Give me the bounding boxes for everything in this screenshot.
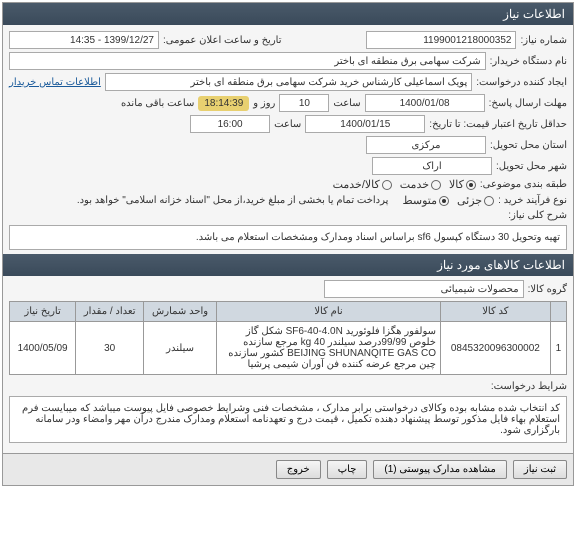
panel-body: شماره نیاز: 1199001218000352 تاریخ و ساع…	[3, 25, 573, 453]
desc-label: شرح کلی نیاز:	[508, 210, 567, 221]
contact-link[interactable]: اطلاعات تماس خریدار	[9, 77, 101, 88]
print-button[interactable]: چاپ	[327, 460, 368, 479]
row-purchase-process: نوع فرآیند خرید : جزئی متوسط پرداخت تمام…	[9, 194, 567, 207]
row-buyer-org: نام دستگاه خریدار: شرکت سهامی برق منطقه …	[9, 52, 567, 70]
process-radio-group: جزئی متوسط	[402, 194, 494, 207]
hour-label-2: ساعت	[274, 119, 301, 130]
row-deadline: مهلت ارسال پاسخ: 1400/01/08 ساعت 10 روز …	[9, 94, 567, 112]
row-conditions: شرایط درخواست:	[9, 381, 567, 392]
remaining-label: ساعت باقی مانده	[121, 98, 194, 109]
delivery-city-label: شهر محل تحویل:	[496, 161, 567, 172]
deadline-hour-field: 10	[279, 94, 329, 112]
remaining-time-badge: 18:14:39	[198, 96, 249, 111]
cell-unit: سیلندر	[144, 322, 217, 375]
row-desc: شرح کلی نیاز:	[9, 210, 567, 221]
th-date: تاریخ نیاز	[10, 302, 76, 322]
row-need-number: شماره نیاز: 1199001218000352 تاریخ و ساع…	[9, 31, 567, 49]
min-credit-date-field: 1400/01/15	[305, 115, 425, 133]
deadline-date-field: 1400/01/08	[365, 94, 485, 112]
radio-service-label: خدمت	[400, 178, 429, 191]
delivery-province-field: مرکزی	[366, 136, 486, 154]
creator-label: ایجاد کننده درخواست:	[476, 77, 567, 88]
goods-group-label: گروه کالا:	[528, 284, 567, 295]
purchase-process-label: نوع فرآیند خرید :	[498, 195, 567, 206]
desc-text: تهیه وتحویل 30 دستگاه کپسول sf6 براساس ا…	[9, 225, 567, 250]
public-announce-label: تاریخ و ساعت اعلان عمومی:	[163, 35, 282, 46]
radio-goods[interactable]: کالا	[449, 178, 476, 191]
goods-table: کد کالا نام کالا واحد شمارش تعداد / مقدا…	[9, 301, 567, 375]
th-name: نام کالا	[217, 302, 441, 322]
min-credit-label: حداقل تاریخ اعتبار قیمت: تا تاریخ:	[429, 119, 567, 130]
row-goods-group: گروه کالا: محصولات شیمیائی	[9, 280, 567, 298]
th-idx	[550, 302, 566, 322]
budget-group-label: طبقه بندی موضوعی:	[480, 179, 567, 190]
radio-dot-icon	[431, 180, 441, 190]
th-qty: تعداد / مقدار	[76, 302, 144, 322]
row-budget-group: طبقه بندی موضوعی: کالا خدمت کالا/خدمت	[9, 178, 567, 191]
attachments-button[interactable]: مشاهده مدارک پیوستی (1)	[373, 460, 507, 479]
budget-radio-group: کالا خدمت کالا/خدمت	[333, 178, 476, 191]
goods-group-field: محصولات شیمیائی	[324, 280, 524, 298]
radio-goods-label: کالا	[449, 178, 464, 191]
row-location: استان محل تحویل: مرکزی	[9, 136, 567, 157]
radio-goods-service-label: کالا/خدمت	[333, 178, 380, 191]
conditions-text: کد انتخاب شده مشابه بوده وکالای درخواستی…	[9, 396, 567, 443]
buyer-org-label: نام دستگاه خریدار:	[490, 56, 567, 67]
radio-goods-service[interactable]: کالا/خدمت	[333, 178, 392, 191]
row-min-credit: حداقل تاریخ اعتبار قیمت: تا تاریخ: 1400/…	[9, 115, 567, 133]
delivery-city-field: اراک	[372, 157, 492, 175]
radio-dot-icon	[466, 180, 476, 190]
radio-service[interactable]: خدمت	[400, 178, 441, 191]
hour-label-1: ساعت	[333, 98, 360, 109]
th-unit: واحد شمارش	[144, 302, 217, 322]
creator-field: پویک اسماعیلی کارشناس خرید شرکت سهامی بر…	[105, 73, 472, 91]
delivery-province-label: استان محل تحویل:	[490, 140, 567, 151]
cell-idx: 1	[550, 322, 566, 375]
min-credit-hour-field: 16:00	[190, 115, 270, 133]
cell-date: 1400/05/09	[10, 322, 76, 375]
cell-code: 0845320096300002	[440, 322, 550, 375]
exit-button[interactable]: خروج	[276, 460, 321, 479]
radio-low-label: جزئی	[457, 194, 482, 207]
radio-low[interactable]: جزئی	[457, 194, 494, 207]
row-city: شهر محل تحویل: اراک	[9, 157, 567, 175]
conditions-label: شرایط درخواست:	[491, 381, 567, 392]
main-panel: اطلاعات نیاز شماره نیاز: 119900121800035…	[2, 2, 574, 486]
submit-button[interactable]: ثبت نیاز	[513, 460, 567, 479]
day-label: روز و	[253, 98, 275, 109]
panel-title: اطلاعات نیاز	[3, 3, 573, 25]
public-announce-field: 1399/12/27 - 14:35	[9, 31, 159, 49]
footer-bar: ثبت نیاز مشاهده مدارک پیوستی (1) چاپ خرو…	[3, 453, 573, 485]
radio-dot-icon	[484, 196, 494, 206]
need-number-field: 1199001218000352	[366, 31, 516, 49]
radio-medium[interactable]: متوسط	[402, 194, 449, 207]
radio-dot-icon	[439, 196, 449, 206]
radio-dot-icon	[382, 180, 392, 190]
row-creator: ایجاد کننده درخواست: پویک اسماعیلی کارشن…	[9, 73, 567, 91]
th-code: کد کالا	[440, 302, 550, 322]
goods-header: اطلاعات کالاهای مورد نیاز	[3, 254, 573, 276]
table-header-row: کد کالا نام کالا واحد شمارش تعداد / مقدا…	[10, 302, 567, 322]
budget-note: پرداخت تمام یا بخشی از مبلغ خرید،از محل …	[77, 195, 389, 206]
table-row: 1 0845320096300002 سولفور هگزا فلوئورید …	[10, 322, 567, 375]
cell-name: سولفور هگزا فلوئورید SF6-40-4.0N شکل گاز…	[217, 322, 441, 375]
radio-medium-label: متوسط	[402, 194, 437, 207]
buyer-org-field: شرکت سهامی برق منطقه ای باختر	[9, 52, 486, 70]
deadline-label: مهلت ارسال پاسخ:	[489, 98, 567, 109]
cell-qty: 30	[76, 322, 144, 375]
need-number-label: شماره نیاز:	[520, 35, 567, 46]
